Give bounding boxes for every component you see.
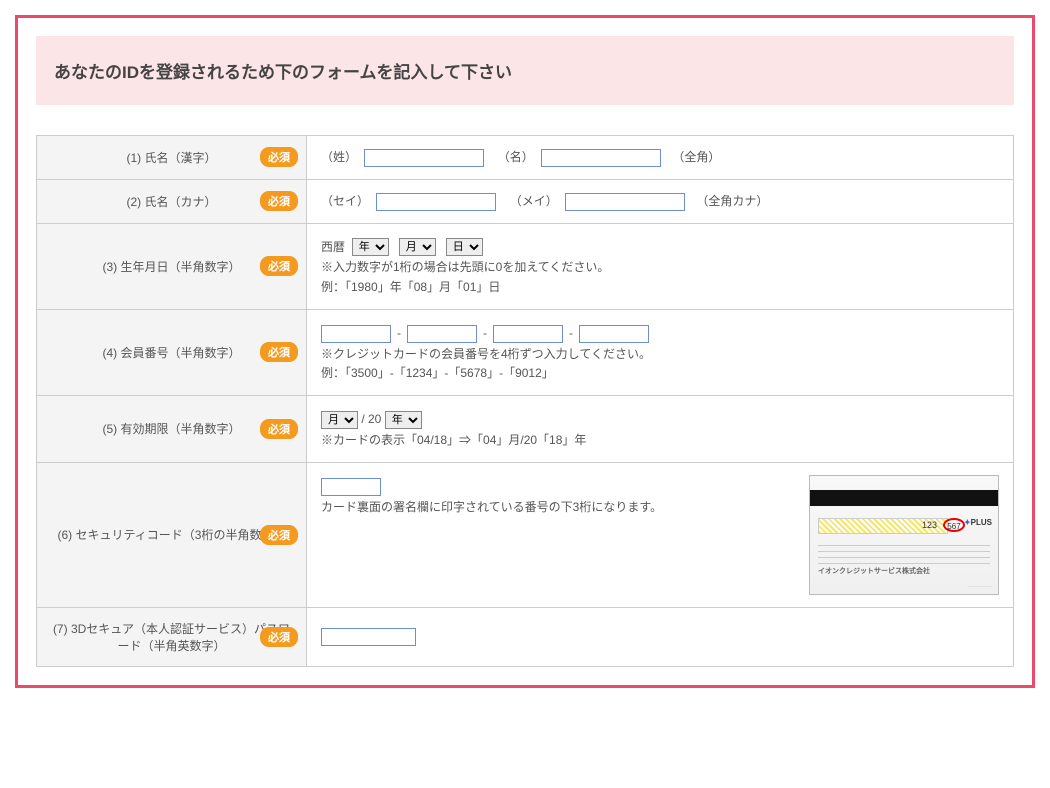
member-no-hint-2: 例：「3500」-「1234」-「5678」-「9012」 bbox=[321, 364, 999, 383]
row-expiry: (5) 有効期限（半角数字） 必須 月 / 20 年 ※カードの表示「04/18… bbox=[37, 396, 1014, 463]
required-badge: 必須 bbox=[260, 191, 298, 211]
card-plus-logo-icon: ✦PLUS bbox=[964, 518, 992, 527]
required-badge: 必須 bbox=[260, 627, 298, 647]
row-cvv: (6) セキュリティコード（3桁の半角数字） 必須 123 567 ✦PLUS … bbox=[37, 462, 1014, 607]
card-footer-text: ············ bbox=[968, 584, 992, 590]
dash-text: - bbox=[397, 326, 401, 340]
birth-hint-1: ※入力数字が1桁の場合は先頭に0を加えてください。 bbox=[321, 258, 999, 277]
required-badge: 必須 bbox=[260, 419, 298, 439]
label-name-kanji: (1) 氏名（漢字） bbox=[126, 149, 216, 166]
surname-kana-label: （セイ） bbox=[321, 194, 369, 208]
given-name-kana-label: （メイ） bbox=[510, 194, 558, 208]
card-no-4-input[interactable] bbox=[579, 325, 649, 343]
label-name-kana: (2) 氏名（カナ） bbox=[126, 193, 216, 210]
seireki-label: 西暦 bbox=[321, 240, 345, 254]
row-birth: (3) 生年月日（半角数字） 必須 西暦 年 月 日 ※入力数字が1桁の場合は先… bbox=[37, 223, 1014, 309]
label-birth: (3) 生年月日（半角数字） bbox=[102, 258, 240, 275]
row-3dsecure: (7) 3Dセキュア（本人認証サービス）パスワード（半角英数字） 必須 bbox=[37, 607, 1014, 666]
birth-month-select[interactable]: 月 bbox=[399, 238, 436, 256]
birth-year-select[interactable]: 年 bbox=[352, 238, 389, 256]
label-member-no: (4) 会員番号（半角数字） bbox=[102, 344, 240, 361]
birth-day-select[interactable]: 日 bbox=[446, 238, 483, 256]
member-no-hint-1: ※クレジットカードの会員番号を4桁ずつ入力してください。 bbox=[321, 345, 999, 364]
surname-kanji-input[interactable] bbox=[364, 149, 484, 167]
card-sample-number: 123 bbox=[922, 520, 937, 530]
3dsecure-password-input[interactable] bbox=[321, 628, 416, 646]
given-name-kanji-input[interactable] bbox=[541, 149, 661, 167]
surname-label: （姓） bbox=[321, 150, 357, 164]
name-kanji-note: （全角） bbox=[672, 150, 720, 164]
surname-kana-input[interactable] bbox=[376, 193, 496, 211]
required-badge: 必須 bbox=[260, 342, 298, 362]
expiry-month-select[interactable]: 月 bbox=[321, 411, 358, 429]
birth-hint-2: 例：「1980」年「08」月「01」日 bbox=[321, 278, 999, 297]
row-member-no: (4) 会員番号（半角数字） 必須 - - - ※クレジットカードの会員番号を4桁ず… bbox=[37, 309, 1014, 395]
row-name-kana: (2) 氏名（カナ） 必須 （セイ） （メイ） （全角カナ） bbox=[37, 179, 1014, 223]
required-badge: 必須 bbox=[260, 525, 298, 545]
required-badge: 必須 bbox=[260, 256, 298, 276]
expiry-hint: ※カードの表示「04/18」⇒「04」月/20「18」年 bbox=[321, 431, 999, 450]
required-badge: 必須 bbox=[260, 147, 298, 167]
label-expiry: (5) 有効期限（半角数字） bbox=[102, 420, 240, 437]
card-no-3-input[interactable] bbox=[493, 325, 563, 343]
row-name-kanji: (1) 氏名（漢字） 必須 （姓） （名） （全角） bbox=[37, 136, 1014, 180]
dash-text: - bbox=[569, 326, 573, 340]
card-brand-text: イオンクレジットサービス株式会社 bbox=[818, 566, 930, 576]
card-no-2-input[interactable] bbox=[407, 325, 477, 343]
card-no-1-input[interactable] bbox=[321, 325, 391, 343]
label-cvv: (6) セキュリティコード（3桁の半角数字） bbox=[58, 526, 286, 543]
name-kana-note: （全角カナ） bbox=[696, 194, 768, 208]
form-frame: あなたのIDを登録されるため下のフォームを記入して下さい (1) 氏名（漢字） … bbox=[15, 15, 1035, 688]
card-back-illustration: 123 567 ✦PLUS イオンクレジットサービス株式会社 ·········… bbox=[809, 475, 999, 595]
header-banner: あなたのIDを登録されるため下のフォームを記入して下さい bbox=[36, 36, 1014, 105]
dash-text: - bbox=[483, 326, 487, 340]
given-name-label: （名） bbox=[498, 150, 534, 164]
slash-20-label: / 20 bbox=[361, 412, 381, 426]
cvv-input[interactable] bbox=[321, 478, 381, 496]
expiry-year-select[interactable]: 年 bbox=[385, 411, 422, 429]
given-name-kana-input[interactable] bbox=[565, 193, 685, 211]
card-cvv-circle-icon: 567 bbox=[943, 518, 965, 532]
card-magstripe-icon bbox=[810, 490, 998, 506]
page-title: あなたのIDを登録されるため下のフォームを記入して下さい bbox=[54, 58, 996, 83]
registration-form-table: (1) 氏名（漢字） 必須 （姓） （名） （全角） (2) 氏名（カナ） 必須… bbox=[36, 135, 1014, 667]
label-3dsecure: (7) 3Dセキュア（本人認証サービス）パスワード（半角英数字） bbox=[47, 620, 296, 654]
